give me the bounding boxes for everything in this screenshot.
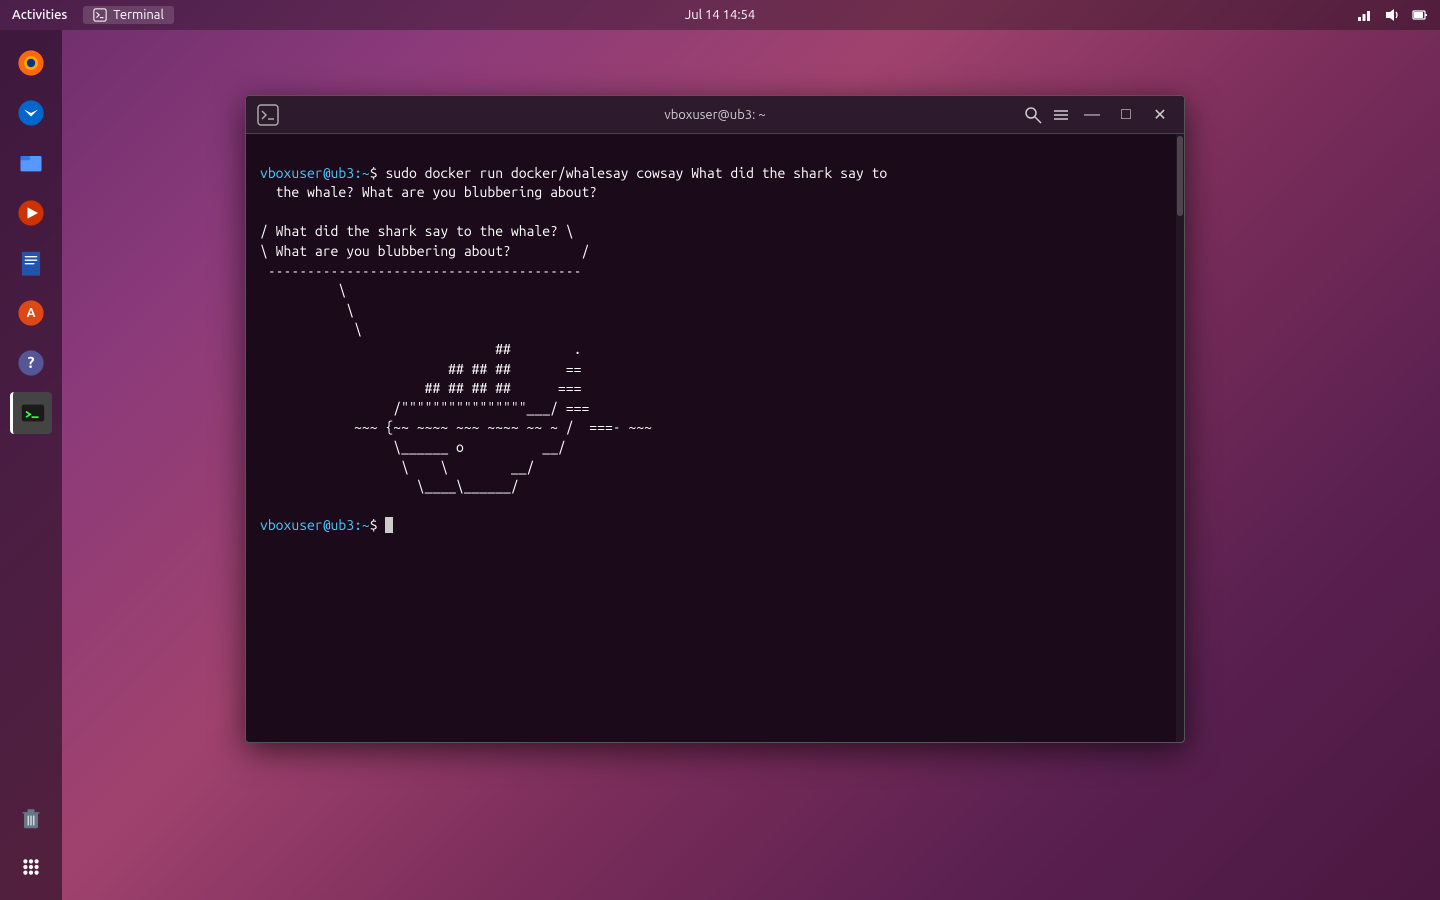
- sidebar-item-help[interactable]: ?: [10, 342, 52, 384]
- terminal-app-label[interactable]: Terminal: [83, 6, 174, 24]
- terminal-window: vboxuser@ub3: ~ — □ ✕ vboxuser@ub3:~$ su…: [245, 95, 1185, 743]
- terminal-scrollbar[interactable]: [1176, 134, 1184, 742]
- menu-icon[interactable]: [1050, 104, 1072, 126]
- output-line-9: ## ## ## ## ===: [260, 380, 581, 396]
- output-line-1: / What did the shark say to the whale? \: [260, 223, 574, 239]
- sidebar-item-terminal[interactable]: [10, 392, 52, 434]
- svg-text:A: A: [27, 306, 36, 320]
- command-continuation: the whale? What are you blubbering about…: [260, 184, 597, 200]
- output-line-12: \______ o __/: [260, 439, 566, 455]
- terminal-window-icon: [256, 103, 280, 127]
- topbar-datetime: Jul 14 14:54: [685, 8, 755, 22]
- network-icon[interactable]: [1356, 7, 1372, 23]
- sidebar-item-show-apps[interactable]: [10, 846, 52, 888]
- maximize-button[interactable]: □: [1112, 103, 1140, 127]
- command-text: sudo docker run docker/whalesay cowsay W…: [385, 165, 887, 181]
- sidebar: A ?: [0, 30, 62, 900]
- output-line-4: \: [260, 282, 346, 298]
- output-line-14: \____\______/: [260, 478, 519, 494]
- volume-icon[interactable]: [1384, 7, 1400, 23]
- output-line-6: \: [260, 321, 362, 337]
- close-button[interactable]: ✕: [1146, 103, 1174, 127]
- terminal-titlebar: vboxuser@ub3: ~ — □ ✕: [246, 96, 1184, 134]
- sidebar-bottom: [10, 796, 52, 888]
- topbar: Activities Terminal Jul 14 14:54: [0, 0, 1440, 30]
- prompt-dollar: $: [370, 165, 386, 181]
- terminal-title: vboxuser@ub3: ~: [664, 108, 765, 122]
- output-line-3: ----------------------------------------: [260, 263, 581, 279]
- prompt2-path: ~: [362, 517, 370, 533]
- cursor: ​: [385, 517, 393, 533]
- terminal-topbar-icon: [93, 8, 107, 22]
- prompt2-dollar: $: [370, 517, 386, 533]
- prompt-user: vboxuser@ub3:: [260, 165, 362, 181]
- topbar-left: Activities Terminal: [12, 6, 174, 24]
- output-line-8: ## ## ## ==: [260, 361, 581, 377]
- prompt-path: ~: [362, 165, 370, 181]
- output-line-2: \ What are you blubbering about? /: [260, 243, 589, 259]
- output-line-5: \: [260, 302, 354, 318]
- activities-label[interactable]: Activities: [12, 8, 67, 22]
- terminal-body[interactable]: vboxuser@ub3:~$ sudo docker run docker/w…: [246, 134, 1184, 742]
- sidebar-item-appstore[interactable]: A: [10, 292, 52, 334]
- sidebar-item-files[interactable]: [10, 142, 52, 184]
- search-icon[interactable]: [1022, 104, 1044, 126]
- battery-icon[interactable]: [1412, 7, 1428, 23]
- sidebar-item-writer[interactable]: [10, 242, 52, 284]
- output-line-13: \ \ __/: [260, 459, 534, 475]
- svg-text:?: ?: [28, 354, 35, 371]
- terminal-controls: — □ ✕: [1022, 103, 1174, 127]
- topbar-right: [1356, 7, 1428, 23]
- sidebar-item-trash[interactable]: [10, 796, 52, 838]
- output-line-7: ## .: [260, 341, 581, 357]
- prompt2-user: vboxuser@ub3:: [260, 517, 362, 533]
- output-line-11: ~~~ {~~ ~~~~ ~~~ ~~~~ ~~ ~ / ===- ~~~: [260, 419, 652, 435]
- sidebar-item-rhythmbox[interactable]: [10, 192, 52, 234]
- minimize-button[interactable]: —: [1078, 103, 1106, 127]
- sidebar-item-thunderbird[interactable]: [10, 92, 52, 134]
- output-line-10: /""""""""""""""""___/ ===: [260, 400, 589, 416]
- terminal-scrollbar-thumb[interactable]: [1177, 136, 1183, 216]
- sidebar-item-firefox[interactable]: [10, 42, 52, 84]
